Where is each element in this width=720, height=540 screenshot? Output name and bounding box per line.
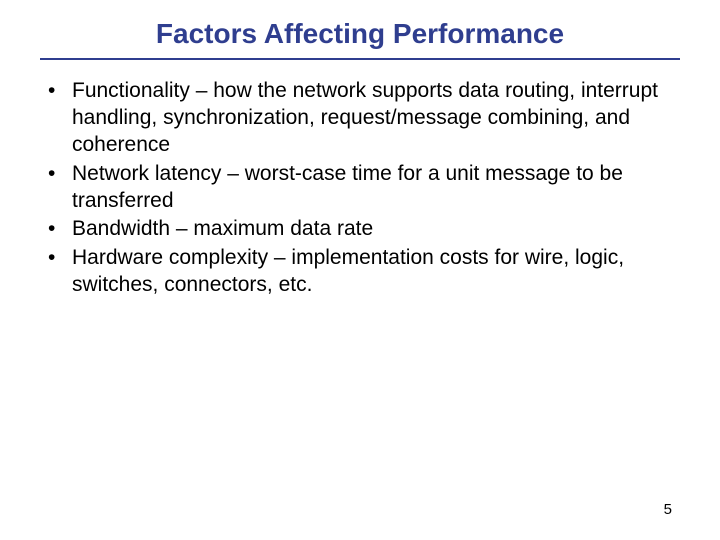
bullet-text: Hardware complexity – implementation cos… <box>72 245 680 299</box>
list-item: • Hardware complexity – implementation c… <box>44 245 680 299</box>
bullet-icon: • <box>44 78 72 105</box>
content-area: • Functionality – how the network suppor… <box>40 78 680 299</box>
list-item: • Network latency – worst-case time for … <box>44 161 680 215</box>
slide-container: Factors Affecting Performance • Function… <box>0 0 720 540</box>
bullet-icon: • <box>44 245 72 272</box>
bullet-text: Network latency – worst-case time for a … <box>72 161 680 215</box>
page-number: 5 <box>664 501 672 518</box>
title-divider <box>40 58 680 60</box>
slide-title: Factors Affecting Performance <box>60 18 660 58</box>
list-item: • Bandwidth – maximum data rate <box>44 216 680 243</box>
bullet-list: • Functionality – how the network suppor… <box>44 78 680 299</box>
bullet-icon: • <box>44 161 72 188</box>
bullet-icon: • <box>44 216 72 243</box>
bullet-text: Functionality – how the network supports… <box>72 78 680 159</box>
list-item: • Functionality – how the network suppor… <box>44 78 680 159</box>
bullet-text: Bandwidth – maximum data rate <box>72 216 680 243</box>
